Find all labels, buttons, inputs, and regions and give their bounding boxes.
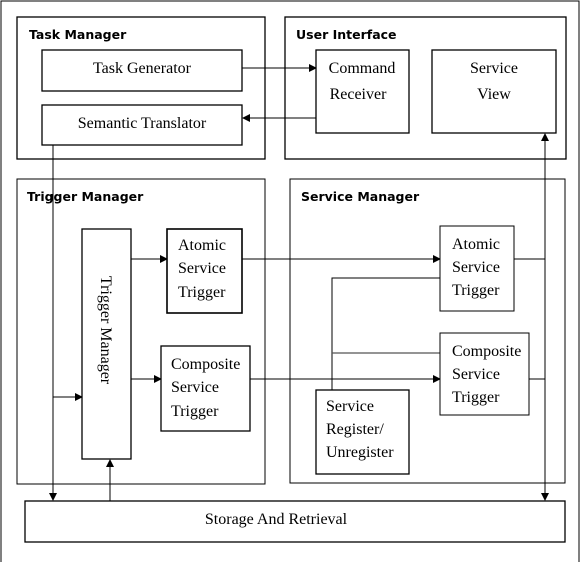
service-register-label-1: Service [326, 398, 374, 415]
composite-right-label-3: Trigger [452, 389, 500, 406]
atomic-left-label-1: Atomic [178, 237, 226, 254]
storage-and-retrieval-box: Storage And Retrieval [24, 500, 566, 543]
service-register-label-2: Register/ [326, 421, 384, 438]
atomic-right-label-1: Atomic [452, 236, 500, 253]
trigger-manager-box: Trigger Manager [81, 228, 132, 460]
service-view-label-2: View [477, 86, 511, 103]
task-generator-label: Task Generator [93, 60, 192, 77]
task-generator-box: Task Generator [41, 49, 243, 92]
semantic-translator-box: Semantic Translator [41, 104, 243, 146]
architecture-diagram: Task Manager User Interface Trigger Mana… [0, 0, 580, 562]
composite-right-label-1: Composite [452, 343, 521, 360]
atomic-service-trigger-left: Atomic Service Trigger [166, 228, 243, 314]
trigger-manager-title: Trigger Manager [27, 189, 144, 204]
atomic-right-label-3: Trigger [452, 282, 500, 299]
trigger-manager-group [16, 178, 266, 485]
task-manager-title: Task Manager [29, 27, 127, 42]
atomic-service-trigger-right: Atomic Service Trigger [439, 225, 515, 312]
composite-service-trigger-right: Composite Service Trigger [439, 332, 530, 416]
composite-service-trigger-left: Composite Service Trigger [160, 345, 251, 432]
composite-left-label-1: Composite [171, 356, 240, 373]
atomic-right-label-2: Service [452, 259, 500, 276]
trigger-manager-vertical-label: Trigger Manager [97, 276, 114, 385]
command-receiver-label-2: Receiver [330, 86, 388, 103]
storage-label: Storage And Retrieval [205, 511, 348, 528]
semantic-translator-label: Semantic Translator [78, 115, 207, 132]
command-receiver-box: Command Receiver [315, 49, 410, 134]
service-manager-title: Service Manager [301, 189, 420, 204]
command-receiver-label-1: Command [329, 60, 396, 77]
composite-right-label-2: Service [452, 366, 500, 383]
service-view-box: Service View [431, 49, 557, 134]
service-register-label-3: Unregister [326, 444, 394, 461]
composite-left-label-3: Trigger [171, 403, 219, 420]
composite-left-label-2: Service [171, 379, 219, 396]
atomic-left-label-3: Trigger [178, 284, 226, 301]
user-interface-title: User Interface [296, 27, 397, 42]
service-view-label-1: Service [470, 60, 518, 77]
service-register-box: Service Register/ Unregister [315, 389, 410, 475]
atomic-left-label-2: Service [178, 260, 226, 277]
